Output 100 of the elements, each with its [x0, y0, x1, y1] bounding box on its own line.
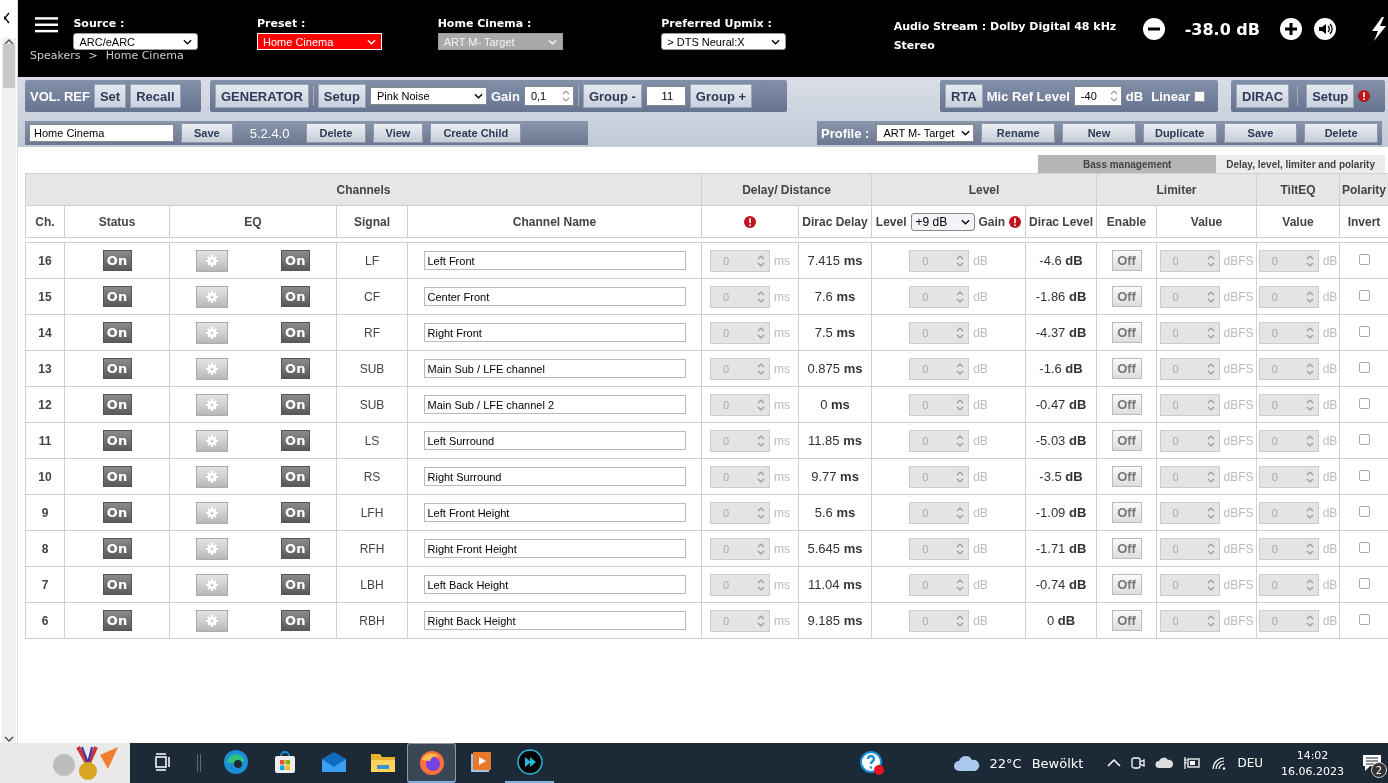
channel-name-field[interactable]: Center Front [423, 287, 686, 306]
status-button[interactable]: On [102, 430, 132, 451]
media-player-icon[interactable] [468, 750, 493, 774]
limiter-button[interactable]: Off [1111, 286, 1142, 307]
limiter-button[interactable]: Off [1111, 430, 1142, 451]
preset-select[interactable]: Home Cinema [257, 33, 382, 50]
source-select[interactable]: ARC/eARC [73, 33, 199, 50]
invert-checkbox[interactable] [1358, 613, 1370, 625]
invert-checkbox[interactable] [1358, 325, 1370, 337]
eq-button[interactable]: On [280, 574, 310, 595]
task-view-icon[interactable] [153, 753, 172, 771]
channel-name-field[interactable]: Right Back Height [423, 611, 686, 630]
profile-select[interactable]: ART M- Target [876, 124, 975, 142]
profile-button[interactable]: Rename [981, 123, 1056, 143]
mail-icon[interactable] [320, 751, 347, 773]
status-button[interactable]: On [102, 286, 132, 307]
group-minus-button[interactable]: Group - [582, 84, 642, 108]
eq-settings-button[interactable] [196, 573, 229, 596]
preset-button[interactable]: View [372, 123, 424, 143]
invert-checkbox[interactable] [1358, 577, 1370, 589]
eq-button[interactable]: On [280, 538, 310, 559]
eq-settings-button[interactable] [196, 609, 229, 632]
eq-settings-button[interactable] [196, 285, 229, 308]
profile-button[interactable]: Delete [1304, 123, 1378, 143]
status-button[interactable]: On [102, 538, 132, 559]
scroll-down-icon[interactable] [3, 735, 14, 743]
breadcrumb-link[interactable]: Home Cinema [105, 49, 184, 62]
menu-icon[interactable] [35, 17, 59, 33]
limiter-button[interactable]: Off [1111, 538, 1142, 559]
invert-checkbox[interactable] [1358, 289, 1370, 301]
profile-button[interactable]: Duplicate [1142, 123, 1217, 143]
profile-button[interactable]: Save [1223, 123, 1298, 143]
help-icon[interactable] [859, 751, 884, 775]
upmix-select[interactable]: > DTS Neural:X [661, 33, 787, 50]
eq-settings-button[interactable] [196, 393, 229, 416]
vol-ref-button[interactable]: Set [93, 84, 127, 108]
vol-ref-button[interactable]: Recall [130, 84, 181, 108]
group-field[interactable]: 11 [645, 86, 686, 106]
channel-name-field[interactable]: Left Surround [423, 431, 686, 450]
eq-button[interactable]: On [280, 358, 310, 379]
status-button[interactable]: On [102, 502, 132, 523]
status-button[interactable]: On [102, 610, 132, 631]
eq-button[interactable]: On [280, 322, 310, 343]
language-indicator[interactable]: DEU [1237, 756, 1263, 770]
linear-checkbox[interactable] [1194, 90, 1206, 102]
status-button[interactable]: On [102, 394, 132, 415]
channel-name-field[interactable]: Left Front [423, 251, 686, 270]
profile-button[interactable]: New [1062, 123, 1136, 143]
eq-button[interactable]: On [280, 286, 310, 307]
channel-name-field[interactable]: Right Front Height [423, 539, 686, 558]
eq-settings-button[interactable] [196, 501, 229, 524]
status-button[interactable]: On [102, 574, 132, 595]
limiter-button[interactable]: Off [1111, 394, 1142, 415]
eq-button[interactable]: On [280, 610, 310, 631]
minus-icon[interactable] [1142, 18, 1165, 40]
fast-forward-icon[interactable] [516, 749, 543, 775]
setup-button[interactable]: Setup [1306, 84, 1355, 108]
invert-checkbox[interactable] [1358, 253, 1370, 265]
invert-checkbox[interactable] [1358, 433, 1370, 445]
limiter-button[interactable]: Off [1111, 466, 1142, 487]
clock-time[interactable]: 14:02 [1296, 748, 1329, 762]
invert-checkbox[interactable] [1358, 361, 1370, 373]
clock-date[interactable]: 16.06.2023 [1281, 764, 1344, 778]
channel-name-field[interactable]: Main Sub / LFE channel [423, 359, 686, 378]
channel-name-field[interactable]: Right Front [423, 323, 686, 342]
breadcrumb-link[interactable]: Speakers [30, 49, 81, 62]
eq-settings-button[interactable] [196, 537, 229, 560]
channel-name-field[interactable]: Main Sub / LFE channel 2 [423, 395, 686, 414]
status-button[interactable]: On [102, 322, 132, 343]
wifi-icon[interactable] [1211, 756, 1228, 770]
chevron-up-icon[interactable] [1107, 758, 1122, 768]
tab[interactable]: Delay, level, limiter and polarity [1216, 155, 1385, 173]
invert-checkbox[interactable] [1358, 397, 1370, 409]
plus-icon[interactable] [1280, 18, 1302, 40]
group-plus-button[interactable]: Group + [689, 84, 753, 108]
firefox-icon[interactable] [418, 749, 445, 776]
scrollbar[interactable] [1, 38, 16, 743]
limiter-button[interactable]: Off [1111, 358, 1142, 379]
eq-settings-button[interactable] [196, 321, 229, 344]
camera-icon[interactable] [1131, 755, 1146, 771]
preset-button[interactable]: Save [181, 123, 233, 143]
signal-select[interactable]: Pink Noise [370, 87, 487, 105]
gain-field[interactable]: 0,1 [523, 86, 574, 106]
limiter-button[interactable]: Off [1111, 502, 1142, 523]
eq-settings-button[interactable] [196, 249, 229, 272]
mic-ref-field[interactable]: -40 [1073, 86, 1122, 106]
status-button[interactable]: On [102, 466, 132, 487]
speaker-icon[interactable] [1314, 18, 1336, 40]
eq-settings-button[interactable] [196, 465, 229, 488]
status-button[interactable]: On [102, 358, 132, 379]
eq-button[interactable]: On [280, 466, 310, 487]
cloud-icon[interactable] [953, 754, 980, 772]
store-icon[interactable] [272, 750, 297, 774]
cloud-icon[interactable] [1155, 757, 1174, 769]
status-button[interactable]: On [102, 250, 132, 271]
setup-button[interactable]: Setup [317, 84, 366, 108]
preset-button[interactable]: Delete [306, 123, 366, 143]
eq-button[interactable]: On [280, 430, 310, 451]
limiter-button[interactable]: Off [1111, 250, 1142, 271]
preset-button[interactable]: Create Child [430, 123, 522, 143]
